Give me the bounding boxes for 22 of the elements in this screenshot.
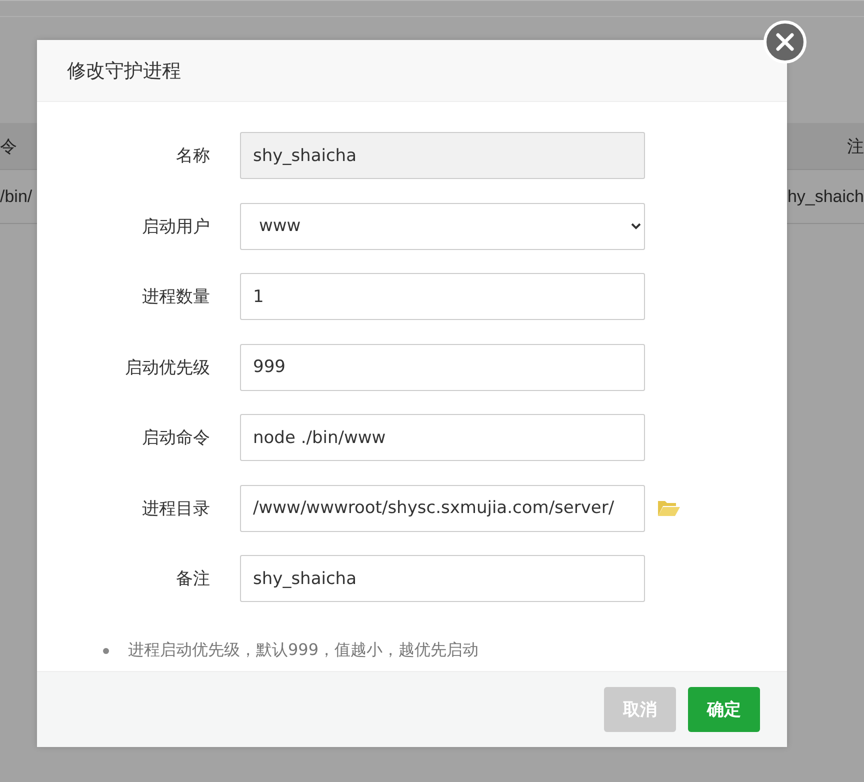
hint-text: 进程启动优先级，默认999，值越小，越优先启动 bbox=[128, 640, 479, 661]
table-cell: /bin/ bbox=[0, 186, 32, 206]
column-header: 令 bbox=[0, 136, 17, 158]
column-header: 注 bbox=[847, 136, 864, 158]
table-cell: hy_shaich bbox=[787, 186, 864, 206]
input-field[interactable]: 999 bbox=[240, 344, 645, 390]
close-icon[interactable] bbox=[763, 20, 807, 64]
dialog-title: 修改守护进程 bbox=[67, 58, 181, 84]
input-field[interactable]: shy_shaicha bbox=[240, 555, 645, 602]
field-label: 进程数量 bbox=[141, 286, 211, 308]
field-label: 启动用户 bbox=[141, 216, 211, 238]
input-field[interactable]: node ./bin/www bbox=[240, 414, 645, 461]
field-label: 名称 bbox=[175, 145, 211, 167]
input-field[interactable]: /www/wwwroot/shysc.sxmujia.com/server/ bbox=[240, 484, 645, 532]
field-label: 启动命令 bbox=[141, 427, 211, 449]
field-label: 进程目录 bbox=[141, 498, 211, 520]
bullet-icon bbox=[103, 648, 109, 654]
field-label: 备注 bbox=[175, 568, 211, 590]
field-label: 启动优先级 bbox=[124, 356, 211, 378]
input-field[interactable]: shy_shaicha bbox=[240, 132, 645, 179]
input-field[interactable]: 1 bbox=[240, 273, 645, 320]
user-select[interactable]: www bbox=[240, 202, 645, 250]
